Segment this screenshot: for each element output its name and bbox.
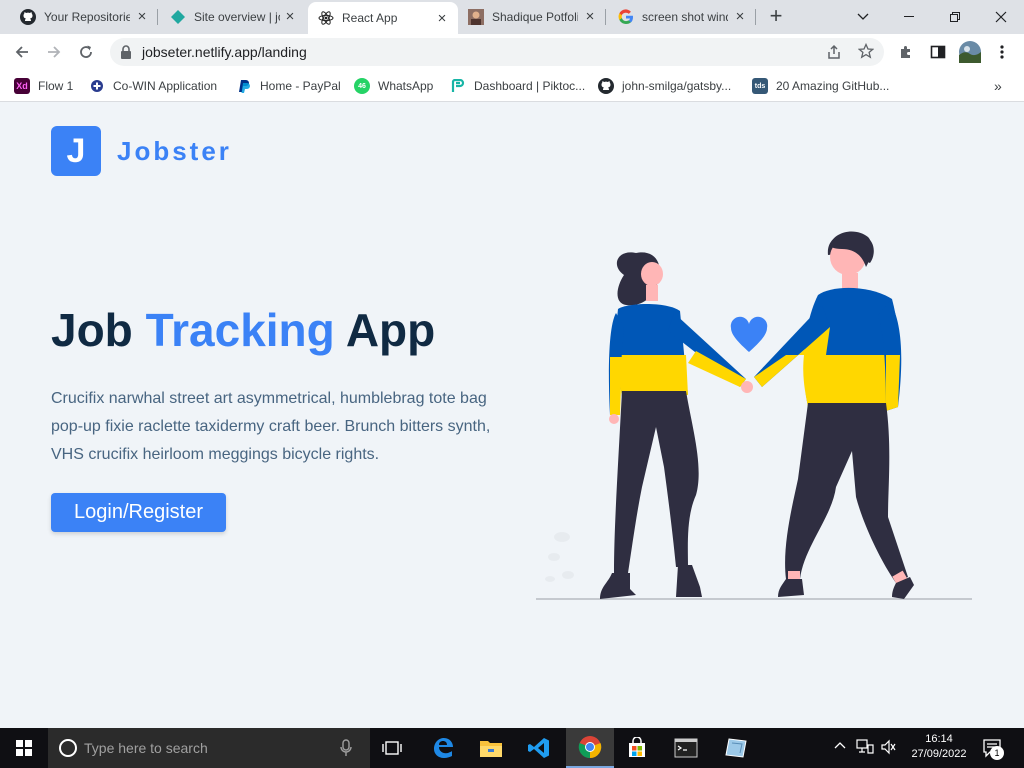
address-bar[interactable]: jobseter.netlify.app/landing [110,38,884,66]
browser-tab-strip: Your Repositories × Site overview | jo ×… [0,0,1024,34]
man-figure [754,231,914,599]
tds-icon: tds [752,78,768,94]
bookmark-label: 20 Amazing GitHub... [776,79,890,93]
side-panel-icon[interactable] [926,40,950,64]
bookmark-star-icon[interactable] [857,42,875,64]
close-tab-icon[interactable]: × [732,9,748,25]
app-icon[interactable] [712,728,760,768]
tab-title: Your Repositories [44,10,130,24]
bookmark-paypal[interactable]: Home - PayPal [236,76,341,96]
close-tab-icon[interactable]: × [134,9,150,25]
whatsapp-icon: 46 [354,78,370,94]
chrome-taskbar-icon[interactable] [566,728,614,768]
tab-title: Site overview | jo [194,10,280,24]
notification-center-icon[interactable]: 1 [982,738,1004,761]
more-bookmarks-button[interactable]: » [994,76,1002,96]
restore-button[interactable] [932,0,978,34]
lock-icon[interactable] [120,45,132,64]
bookmarks-bar: Xd Flow 1 Co-WIN Application Home - PayP… [0,70,1024,102]
notification-badge: 1 [990,746,1004,760]
piktochart-icon [450,78,466,94]
netlify-icon [170,9,186,25]
hero-title-accent: Tracking [145,304,335,356]
login-register-button[interactable]: Login/Register [51,493,226,532]
profile-avatar[interactable] [958,40,982,64]
avatar-icon [468,9,484,25]
hero-description: Crucifix narwhal street art asymmetrical… [51,390,491,463]
bookmark-label: WhatsApp [378,79,434,93]
bookmark-whatsapp[interactable]: 46 WhatsApp [354,76,433,96]
start-button[interactable] [0,728,48,768]
tab-title: screen shot windows [642,10,728,24]
network-icon[interactable] [856,739,874,758]
share-icon[interactable] [826,44,842,65]
show-hidden-icons-chevron-icon[interactable] [834,740,846,752]
cowin-icon [89,78,105,94]
volume-icon[interactable] [880,739,896,758]
bookmark-label: Dashboard | Piktoc... [474,79,586,93]
heart-icon [730,316,768,352]
landing-page: J Jobster Job Tracking App Crucifix narw… [0,103,1024,728]
url-text: jobseter.netlify.app/landing [142,44,307,60]
bookmark-github-tds[interactable]: tds 20 Amazing GitHub... [752,76,889,96]
paypal-icon [236,78,252,94]
edge-icon[interactable] [420,728,466,768]
windows-taskbar: Type here to search 16:14 27/09/2022 1 [0,728,1024,768]
tab-your-repositories[interactable]: Your Repositories × [10,0,158,34]
hero-title-part1: Job [51,304,146,356]
reload-button[interactable] [74,40,98,64]
taskbar-search-box[interactable]: Type here to search [48,728,370,768]
search-icon [58,738,78,763]
clock-time: 16:14 [925,733,953,745]
bookmark-piktochart[interactable]: Dashboard | Piktoc... [450,76,585,96]
back-button[interactable] [10,40,34,64]
google-icon [618,9,634,25]
brand-logo[interactable]: J [51,126,101,176]
task-view-icon[interactable] [370,728,414,768]
close-tab-icon[interactable]: × [582,9,598,25]
close-tab-icon[interactable]: × [282,9,298,25]
tab-shadique-portfolio[interactable]: Shadique Potfolio × [458,0,606,34]
more-menu-icon[interactable] [990,40,1014,64]
bookmark-label: Co-WIN Application [113,79,218,93]
bookmark-flow-1[interactable]: Xd Flow 1 [14,76,73,96]
windows-icon [16,740,32,756]
woman-figure [600,252,753,599]
tab-site-overview[interactable]: Site overview | jo × [160,0,306,34]
tab-google-search[interactable]: screen shot windows × [608,0,756,34]
couple-holding-hands-illustration [536,231,972,600]
extensions-icon[interactable] [894,40,918,64]
microsoft-store-icon[interactable] [614,728,660,768]
github-icon [20,9,36,25]
vscode-icon[interactable] [516,728,562,768]
clock-date: 27/09/2022 [911,748,967,760]
xd-icon: Xd [14,78,30,94]
github-icon [598,78,614,94]
react-icon [318,10,334,26]
brand-name: Jobster [117,136,232,166]
new-tab-button[interactable]: + [764,5,788,29]
bookmark-cowin[interactable]: Co-WIN Application [89,76,217,96]
browser-toolbar: jobseter.netlify.app/landing [0,34,1024,70]
tab-title: Shadique Potfolio [492,10,578,24]
file-explorer-icon[interactable] [468,728,514,768]
hero-title-part2: App [334,304,436,356]
close-tab-icon[interactable]: × [434,11,450,27]
tab-react-app[interactable]: React App × [308,2,458,34]
forward-button[interactable] [42,40,66,64]
clock[interactable]: 16:14 27/09/2022 [908,732,970,762]
close-window-button[interactable] [978,0,1024,34]
minimize-button[interactable] [886,0,932,34]
bookmark-label: Flow 1 [38,79,74,93]
search-placeholder: Type here to search [84,740,208,756]
terminal-icon[interactable] [662,728,710,768]
hero-title: Job Tracking App [51,303,435,357]
tab-title: React App [342,11,398,25]
bookmark-label: Home - PayPal [260,79,341,93]
bookmark-gatsby[interactable]: john-smilga/gatsby... [598,76,731,96]
tab-search-chevron-icon[interactable] [840,0,886,34]
bookmark-label: john-smilga/gatsby... [622,79,732,93]
microphone-icon[interactable] [340,739,352,762]
